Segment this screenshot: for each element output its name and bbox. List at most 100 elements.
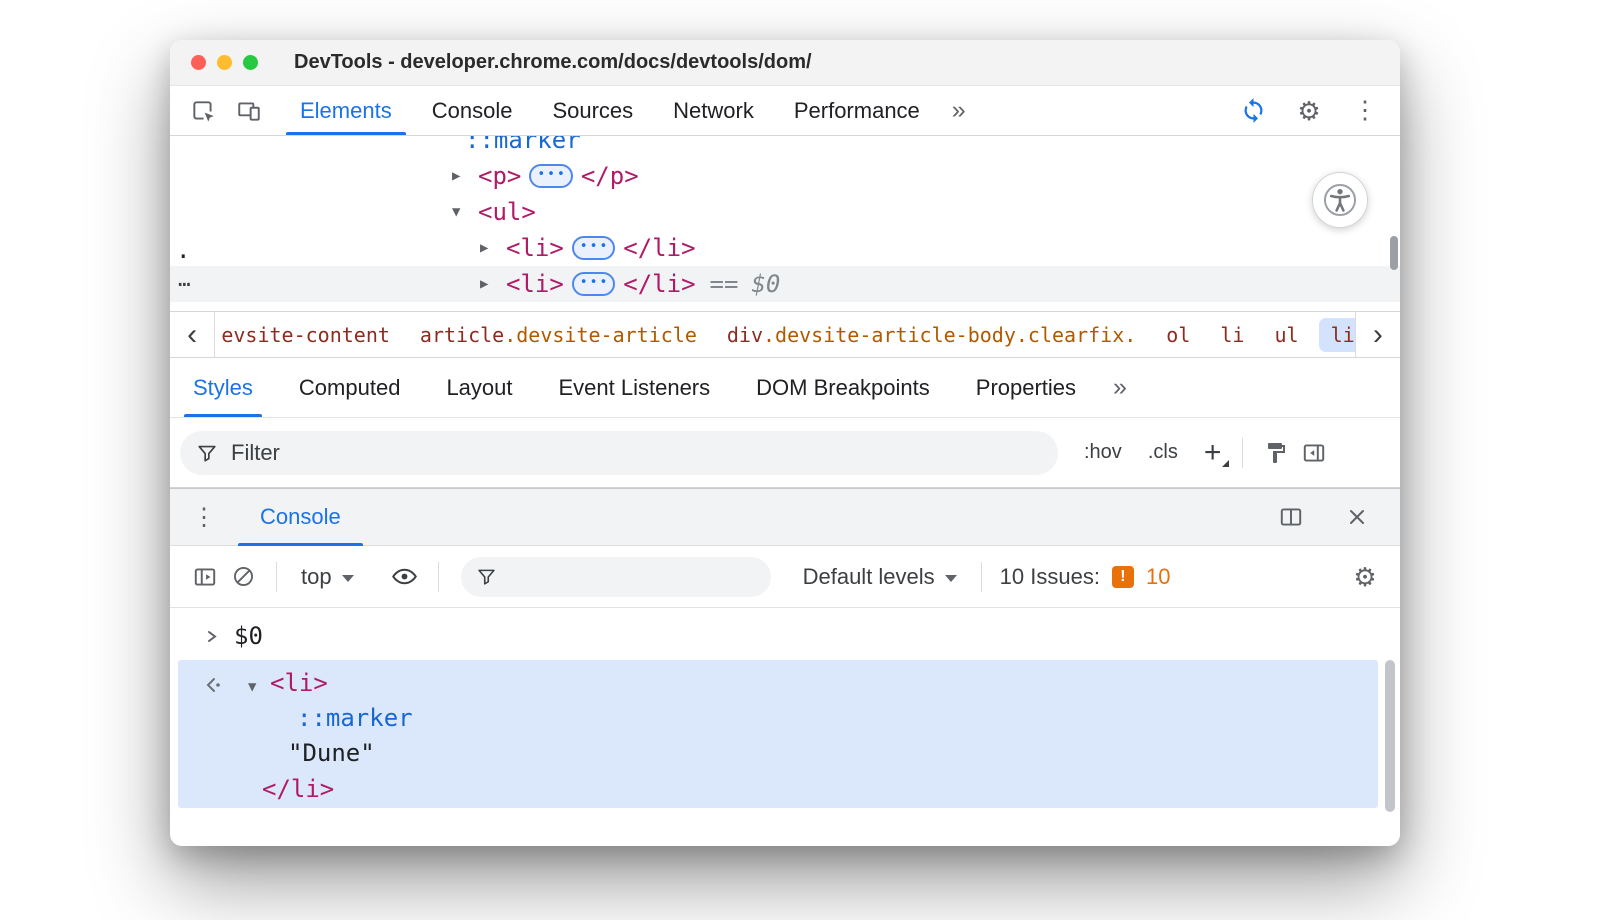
tab-dom-breakpoints[interactable]: DOM Breakpoints: [733, 358, 953, 417]
expand-arrow-icon[interactable]: ▶: [480, 276, 506, 292]
dom-row-ul[interactable]: ▼<ul>: [170, 194, 1400, 230]
close-tag: </li>: [623, 234, 695, 262]
breadcrumb-back-button[interactable]: ‹: [170, 312, 215, 357]
tab-layout-label: Layout: [446, 375, 512, 401]
dom-row-p[interactable]: ▶<p>•••</p>: [170, 158, 1400, 194]
window-titlebar: DevTools - developer.chrome.com/docs/dev…: [170, 40, 1400, 86]
hov-label: :hov: [1084, 441, 1122, 463]
panel-tabs: Elements Console Sources Network Perform…: [280, 86, 978, 135]
tab-sources[interactable]: Sources: [532, 86, 653, 135]
paint-format-icon: [1264, 441, 1288, 465]
breadcrumb-forward-button[interactable]: ›: [1355, 312, 1400, 357]
dock-right-icon: [1301, 440, 1327, 466]
inline-expand-button[interactable]: •••: [572, 272, 615, 296]
equals-sign: ==: [710, 270, 739, 298]
breadcrumb-tag: li: [1220, 323, 1244, 347]
result-open-line[interactable]: ▼<li>: [248, 666, 328, 704]
breadcrumb-tag: ol: [1166, 323, 1190, 347]
breadcrumb-tag: li: [1331, 323, 1355, 347]
tab-elements-label: Elements: [300, 98, 392, 124]
result-pseudo-marker[interactable]: ::marker: [297, 701, 413, 735]
issues-label: 10 Issues:: [1000, 564, 1100, 590]
breadcrumb-item[interactable]: ol: [1151, 323, 1205, 347]
tab-console[interactable]: Console: [412, 86, 533, 135]
console-result-expanded[interactable]: ▼<li> ::marker "Dune" </li>: [178, 660, 1378, 808]
eye-icon: [391, 563, 418, 590]
dom-row-li-selected[interactable]: ⋯ ▶<li>•••</li>==$0: [170, 266, 1400, 302]
collapse-arrow-icon[interactable]: ▼: [248, 670, 270, 704]
breadcrumb-bar: ‹ evsite-content article.devsite-article…: [170, 311, 1400, 358]
pseudo-element-label: ::marker: [465, 136, 581, 154]
format-paint-button[interactable]: [1257, 434, 1295, 472]
tab-styles[interactable]: Styles: [170, 358, 276, 417]
window-minimize-button[interactable]: [217, 55, 232, 70]
expand-arrow-icon[interactable]: ▶: [480, 240, 506, 256]
more-panels-button[interactable]: »: [940, 86, 978, 135]
open-tag: <p>: [478, 162, 521, 190]
element-classes-button[interactable]: .cls: [1148, 441, 1178, 464]
result-text-node[interactable]: "Dune": [288, 736, 375, 770]
console-command-echo[interactable]: $0: [205, 619, 263, 653]
window-zoom-button[interactable]: [243, 55, 258, 70]
device-toolbar-button[interactable]: [230, 92, 268, 130]
traffic-lights: [191, 55, 258, 70]
log-levels-selector[interactable]: Default levels: [793, 564, 967, 590]
toggle-element-state-button[interactable]: :hov: [1084, 441, 1122, 464]
chevron-double-icon: »: [952, 96, 966, 125]
tab-layout[interactable]: Layout: [423, 358, 535, 417]
more-style-tabs-button[interactable]: »: [1099, 358, 1141, 417]
window-close-button[interactable]: [191, 55, 206, 70]
styles-filter-bar: Filter :hov .cls +: [170, 418, 1400, 488]
dom-row-marker[interactable]: ::marker: [170, 136, 1400, 158]
drawer-tab-console[interactable]: Console: [238, 489, 363, 545]
tab-computed[interactable]: Computed: [276, 358, 424, 417]
inspect-element-button[interactable]: [184, 92, 222, 130]
filter-funnel-icon: [476, 566, 497, 587]
inline-expand-button[interactable]: •••: [529, 164, 572, 188]
breadcrumb-item[interactable]: evsite-content: [217, 323, 405, 347]
devtools-menu-button[interactable]: ⋮: [1346, 92, 1384, 130]
drawer-menu-button[interactable]: ⋮: [170, 489, 226, 545]
toggle-sidebar-button[interactable]: [1295, 434, 1333, 472]
tab-performance[interactable]: Performance: [774, 86, 940, 135]
new-style-rule-button[interactable]: +: [1204, 438, 1229, 468]
breadcrumb-item[interactable]: ul: [1259, 323, 1313, 347]
tab-elements[interactable]: Elements: [280, 86, 412, 135]
console-settings-button[interactable]: ⚙: [1346, 558, 1384, 596]
split-drawer-button[interactable]: [1272, 498, 1310, 536]
eager-eval-button[interactable]: [386, 558, 424, 596]
filter-placeholder: Filter: [231, 440, 280, 466]
breadcrumb-item[interactable]: li: [1205, 323, 1259, 347]
execution-context-selector[interactable]: top: [291, 564, 364, 590]
clear-console-button[interactable]: [224, 558, 262, 596]
console-sidebar-button[interactable]: [186, 558, 224, 596]
close-drawer-button[interactable]: [1338, 498, 1376, 536]
close-tag[interactable]: </li>: [262, 772, 334, 806]
settings-button[interactable]: ⚙: [1290, 92, 1328, 130]
breadcrumb-item[interactable]: article.devsite-article: [405, 323, 712, 347]
breadcrumb-classes: .devsite-article-body.clearfix.: [763, 323, 1136, 347]
breadcrumb-item-selected[interactable]: li: [1319, 318, 1355, 352]
dom-row-li-1[interactable]: ▶<li>•••</li>: [170, 230, 1400, 266]
sync-extension-button[interactable]: [1234, 92, 1272, 130]
dom-tree-scrollbar[interactable]: [1390, 236, 1398, 270]
inline-expand-button[interactable]: •••: [572, 236, 615, 260]
tab-event-listeners[interactable]: Event Listeners: [536, 358, 734, 417]
main-toolbar: Elements Console Sources Network Perform…: [170, 86, 1400, 136]
accessibility-person-icon: [1323, 183, 1357, 217]
expand-arrow-icon[interactable]: ▶: [452, 168, 478, 184]
tab-network[interactable]: Network: [653, 86, 774, 135]
console-scrollbar[interactable]: [1385, 660, 1395, 812]
open-tag: <li>: [270, 669, 328, 697]
breadcrumb-tag: evsite-content: [221, 323, 390, 347]
collapse-arrow-icon[interactable]: ▼: [452, 204, 478, 220]
accessibility-overlay-button[interactable]: [1312, 172, 1368, 228]
issues-counter[interactable]: 10 Issues: ! 10: [1000, 564, 1171, 590]
chevron-double-icon: »: [1113, 373, 1127, 402]
console-filter-input[interactable]: [461, 557, 771, 597]
console-sidebar-icon: [192, 564, 218, 590]
breadcrumb-item[interactable]: div.devsite-article-body.clearfix.: [712, 323, 1151, 347]
tab-properties[interactable]: Properties: [953, 358, 1099, 417]
styles-filter-input[interactable]: Filter: [180, 431, 1058, 475]
tab-performance-label: Performance: [794, 98, 920, 124]
